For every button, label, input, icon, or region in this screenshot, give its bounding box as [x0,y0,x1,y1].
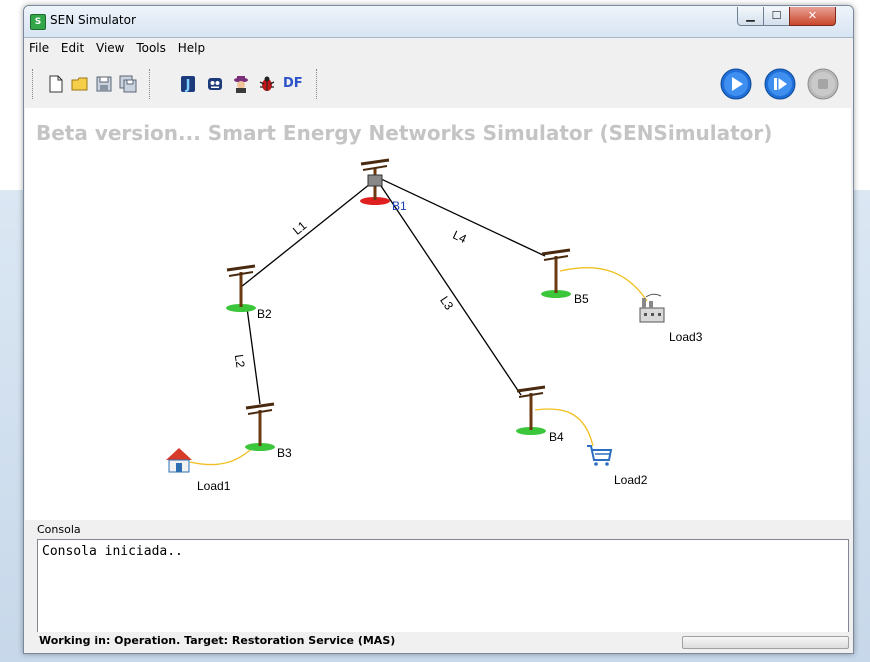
menu-edit[interactable]: Edit [58,39,87,57]
title-bar[interactable]: S SEN Simulator ▁ ☐ ✕ [24,6,853,38]
line-l2[interactable] [246,307,261,405]
toolbar-separator [316,69,319,99]
bus-b3[interactable] [245,402,275,451]
status-bar: Working in: Operation. Target: Restorati… [25,632,851,652]
bug-icon[interactable] [257,74,277,94]
console-output[interactable]: Consola iniciada.. [37,539,849,633]
bus-label-b3: B3 [277,446,292,460]
load1-link [189,447,254,466]
robot-icon[interactable] [205,74,225,94]
bus-label-b5: B5 [574,292,589,306]
console-title: Consola [37,523,81,536]
line-l1[interactable] [240,179,376,288]
console-header: Consola [25,522,851,539]
menu-tools[interactable]: Tools [133,39,169,57]
load-label-load1: Load1 [197,479,231,493]
line-label-l2: L2 [231,353,248,369]
menu-help[interactable]: Help [175,39,208,57]
menu-view[interactable]: View [93,39,127,57]
df-icon[interactable]: DF [283,74,307,94]
close-button[interactable]: ✕ [789,7,836,26]
network-canvas[interactable]: Beta version... Smart Energy Networks Si… [25,108,851,520]
bus-b5[interactable] [541,248,571,298]
menu-file[interactable]: File [26,39,52,57]
window-title: SEN Simulator [50,13,136,27]
load-label-load3: Load3 [669,330,703,344]
save-icon[interactable] [94,74,114,94]
network-diagram [166,158,665,473]
app-icon: S [30,14,46,30]
toolbar: J DF [24,61,853,107]
bus-b1[interactable] [360,158,390,205]
spy-icon[interactable] [231,74,251,94]
progress-bar [682,636,849,649]
factory-icon[interactable] [639,293,665,323]
minimize-button[interactable]: ▁ [737,7,764,26]
load2-link [534,408,594,447]
save-all-icon[interactable] [118,74,138,94]
bus-label-b4: B4 [549,430,564,444]
new-file-icon[interactable] [46,74,66,94]
step-icon[interactable] [764,68,796,100]
app-window: S SEN Simulator ▁ ☐ ✕ File Edit View Too… [23,5,854,654]
toolbar-separator [149,69,152,99]
shopping-cart-icon[interactable] [587,445,613,466]
toolbar-grip[interactable] [32,69,35,99]
house-icon[interactable] [166,448,192,473]
maximize-button[interactable]: ☐ [763,7,790,26]
console-text: Consola iniciada.. [42,544,183,559]
bus-b2[interactable] [226,264,256,312]
play-icon[interactable] [720,68,752,100]
agent-j-icon[interactable]: J [178,74,198,94]
stop-icon[interactable] [807,68,839,100]
bus-label-b1: B1 [392,199,407,213]
open-folder-icon[interactable] [70,74,90,94]
menu-bar: File Edit View Tools Help [24,39,853,59]
status-text: Working in: Operation. Target: Restorati… [39,634,396,647]
bus-label-b2: B2 [257,307,272,321]
load-label-load2: Load2 [614,473,648,487]
svg-text:J: J [185,78,191,93]
